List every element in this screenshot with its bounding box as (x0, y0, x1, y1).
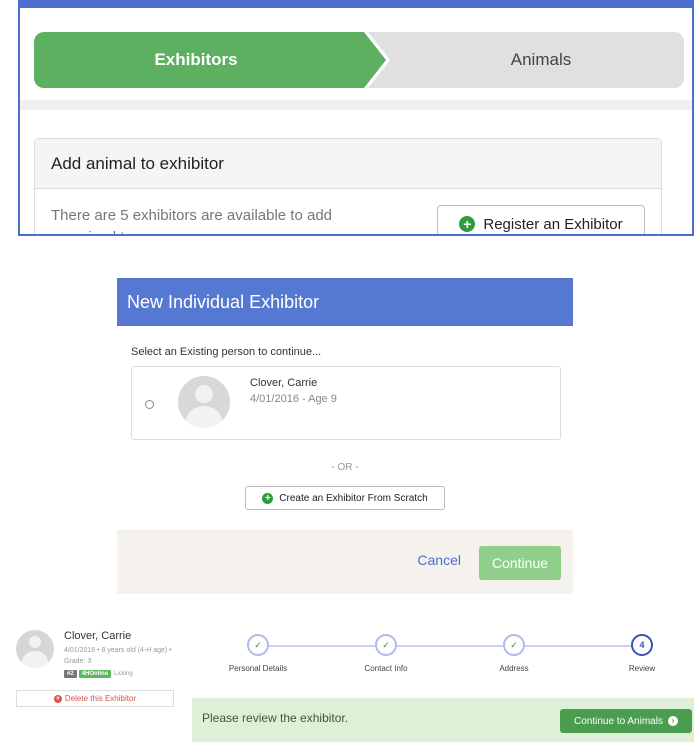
step-exhibitors[interactable]: Exhibitors (34, 32, 386, 88)
wizard-label-review: Review (628, 664, 656, 673)
progress-steps: Exhibitors Animals (34, 32, 684, 88)
continue-button[interactable]: Continue (479, 546, 561, 580)
program-badge: 4HOnline (78, 670, 112, 678)
cancel-button[interactable]: Cancel (417, 552, 461, 568)
step-exhibitors-label: Exhibitors (154, 50, 238, 69)
user-avatar-icon (16, 630, 54, 668)
section-divider (20, 100, 692, 110)
continue-to-animals-label: Continue to Animals (574, 715, 663, 727)
person-radio[interactable] (145, 400, 154, 409)
wizard-progress-line (258, 645, 642, 647)
user-avatar-icon (178, 376, 230, 428)
wizard-label-personal-details: Personal Details (228, 664, 288, 673)
wizard-step-address[interactable]: ✓ (503, 634, 525, 656)
exhibitor-badges: #2 4HOnline Licking (64, 670, 133, 678)
person-name: Clover, Carrie (250, 377, 318, 389)
continue-to-animals-button[interactable]: Continue to Animals › (560, 709, 692, 733)
create-from-scratch-button[interactable]: + Create an Exhibitor From Scratch (245, 486, 445, 510)
step-number: 4 (639, 640, 645, 650)
new-exhibitor-modal: New Individual Exhibitor Select an Exist… (117, 278, 573, 594)
times-circle-icon: × (53, 694, 62, 703)
arrow-circle-right-icon: › (667, 716, 678, 726)
step-animals-label: Animals (510, 50, 572, 69)
wizard-step-contact-info[interactable]: ✓ (375, 634, 397, 656)
card-description: There are 5 exhibitors are available to … (51, 207, 333, 234)
or-separator: - OR - (331, 462, 359, 473)
registration-panel: Exhibitors Animals Add animal to exhibit… (18, 0, 694, 236)
review-alert: Please review the exhibitor. Continue to… (192, 698, 694, 742)
existing-person-option[interactable]: Clover, Carrie 4/01/2016 - Age 9 (131, 366, 561, 440)
create-from-scratch-label: Create an Exhibitor From Scratch (279, 492, 428, 504)
wizard-step-personal-details[interactable]: ✓ (247, 634, 269, 656)
check-icon: ✓ (382, 639, 390, 650)
check-icon: ✓ (254, 639, 262, 650)
delete-exhibitor-button[interactable]: × Delete this Exhibitor (16, 690, 174, 707)
exhibitor-number-badge: #2 (64, 670, 77, 678)
add-animal-card: Add animal to exhibitor There are 5 exhi… (34, 138, 662, 234)
exhibitor-info: 4/01/2016 • 8 years old (4-H age) • Grad… (64, 647, 172, 665)
card-body: There are 5 exhibitors are available to … (35, 189, 661, 234)
select-prompt: Select an Existing person to continue... (131, 346, 322, 358)
review-message: Please review the exhibitor. (202, 711, 349, 725)
check-icon: ✓ (510, 639, 518, 650)
delete-exhibitor-label: Delete this Exhibitor (64, 694, 137, 703)
wizard-step-review[interactable]: 4 (631, 634, 653, 656)
plus-circle-icon: + (262, 492, 274, 504)
card-title: Add animal to exhibitor (35, 139, 661, 189)
modal-body: Select an Existing person to continue...… (117, 326, 573, 530)
register-exhibitor-label: Register an Exhibitor (483, 215, 623, 233)
register-exhibitor-button[interactable]: + Register an Exhibitor (437, 205, 645, 234)
modal-footer: Cancel Continue (117, 530, 573, 594)
modal-title: New Individual Exhibitor (117, 278, 573, 326)
wizard-label-address: Address (499, 664, 529, 673)
exhibitor-name: Clover, Carrie (64, 630, 132, 642)
wizard-label-contact-info: Contact Info (364, 664, 408, 673)
step-animals[interactable]: Animals (368, 32, 684, 88)
county-label: Licking (114, 671, 133, 677)
plus-circle-icon: + (459, 216, 476, 232)
person-dob: 4/01/2016 - Age 9 (250, 393, 337, 405)
